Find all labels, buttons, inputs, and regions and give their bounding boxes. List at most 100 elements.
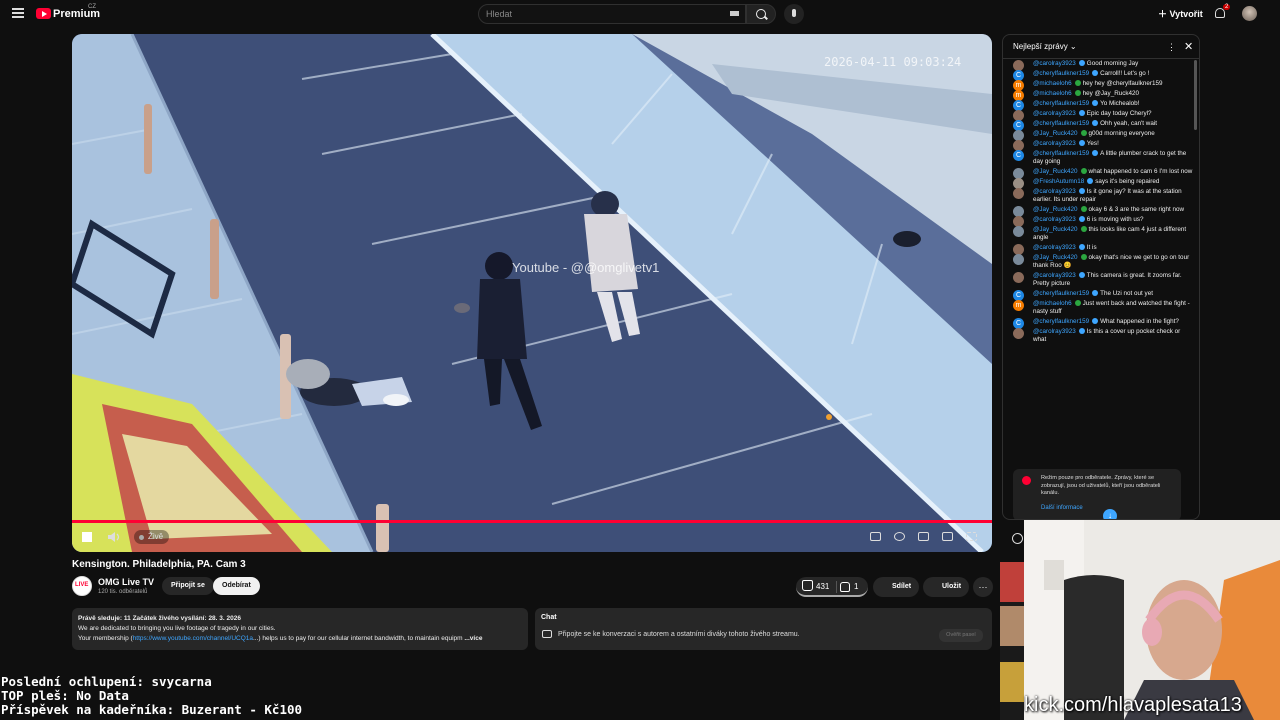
subscriber-count: 120 tis. odběratelů <box>98 589 148 595</box>
like-count: 431 <box>816 582 830 591</box>
chat-avatar[interactable]: m <box>1013 300 1024 311</box>
chat-message: @FreshAutumn18 says it's being repaired <box>1003 177 1199 189</box>
chat-author[interactable]: @cherylfaulkner159 <box>1033 70 1089 77</box>
stop-icon[interactable] <box>82 532 92 542</box>
member-badge-icon <box>1078 188 1085 194</box>
info-icon[interactable] <box>1012 533 1023 544</box>
chat-text: what happened to cam 6 I'm lost now <box>1088 168 1193 175</box>
member-badge-icon <box>1078 140 1085 146</box>
join-button[interactable]: Připojit se <box>162 577 214 595</box>
thumbnail[interactable] <box>1000 606 1024 646</box>
search-button[interactable] <box>746 4 776 24</box>
chat-menu-icon[interactable]: ⋮ <box>1167 42 1176 53</box>
more-link[interactable]: ...více <box>464 635 482 642</box>
chat-avatar[interactable] <box>1013 272 1024 283</box>
member-badge-icon <box>1078 60 1085 66</box>
search-input[interactable]: Hledat <box>478 4 746 24</box>
chat-author[interactable]: @carolray3923 <box>1033 60 1076 67</box>
membership-link[interactable]: https://www.youtube.com/channel/UCQ1a <box>133 635 253 642</box>
chat-scrollbar[interactable] <box>1194 60 1197 130</box>
chat-heading: Chat <box>541 614 557 621</box>
miniplayer-icon[interactable] <box>918 532 929 541</box>
scroll-down-icon[interactable]: ↓ <box>1103 509 1117 519</box>
chat-avatar[interactable] <box>1013 226 1024 237</box>
chat-author[interactable]: @carolray3923 <box>1033 244 1076 251</box>
close-icon[interactable]: ✕ <box>1184 40 1193 53</box>
video-player[interactable]: 2026-04-11 09:03:24 Youtube - @@omglivet… <box>72 34 992 552</box>
chat-mode-dropdown[interactable]: Nejlepší zprávy ⌄ <box>1013 42 1077 51</box>
member-badge-icon <box>1092 70 1099 76</box>
chat-author[interactable]: @Jay_Ruck420 <box>1033 168 1078 175</box>
chat-author[interactable]: @carolray3923 <box>1033 188 1076 195</box>
fullscreen-icon[interactable] <box>966 532 977 541</box>
dislike-icon[interactable] <box>840 582 850 592</box>
subscribe-button[interactable]: Odebírat <box>213 577 260 595</box>
share-button[interactable]: Sdílet <box>873 577 919 597</box>
create-label: Vytvořit <box>1169 9 1203 19</box>
live-badge[interactable]: Živě <box>134 530 170 544</box>
chat-message: C @cherylfaulkner159 Ohh yeah, can't wait <box>1003 119 1199 131</box>
volume-icon[interactable] <box>106 530 122 544</box>
chat-author[interactable]: @michaeloh6 <box>1033 90 1072 97</box>
chat-author[interactable]: @michaeloh6 <box>1033 80 1072 87</box>
chat-author[interactable]: @cherylfaulkner159 <box>1033 290 1089 297</box>
chat-text: says it's being repaired <box>1095 178 1160 185</box>
chat-author[interactable]: @Jay_Ruck420 <box>1033 226 1078 233</box>
chat-avatar[interactable] <box>1013 254 1024 265</box>
chat-author[interactable]: @Jay_Ruck420 <box>1033 254 1078 261</box>
chat-text: What happened in the fight? <box>1100 318 1179 325</box>
share-label: Sdílet <box>892 583 912 590</box>
thumbnail[interactable] <box>1000 662 1024 702</box>
chat-author[interactable]: @carolray3923 <box>1033 140 1076 147</box>
chat-avatar[interactable]: C <box>1013 150 1024 161</box>
settings-gear-icon[interactable] <box>894 532 905 541</box>
like-icon[interactable] <box>802 580 813 591</box>
chat-author[interactable]: @cherylfaulkner159 <box>1033 150 1089 157</box>
chat-author[interactable]: @cherylfaulkner159 <box>1033 318 1089 325</box>
create-button[interactable]: ＋ Vytvořit <box>1158 7 1203 20</box>
subtitles-icon[interactable] <box>870 532 881 541</box>
description-suffix: ...) helps us to pay for our cellular in… <box>253 635 463 642</box>
progress-bar[interactable] <box>72 520 992 523</box>
chat-author[interactable]: @Jay_Ruck420 <box>1033 206 1078 213</box>
description-prefix: Your membership ( <box>78 635 133 642</box>
save-button[interactable]: Uložit <box>923 577 969 597</box>
save-label: Uložit <box>942 583 962 590</box>
chat-author[interactable]: @carolray3923 <box>1033 110 1076 117</box>
more-info-link[interactable]: Další informace <box>1041 505 1083 513</box>
keyboard-icon[interactable] <box>730 11 739 16</box>
top-bar: Premium CZ Hledat ＋ Vytvořit 2 <box>0 0 1280 28</box>
microphone-icon[interactable] <box>784 4 804 24</box>
search-placeholder: Hledat <box>486 9 513 19</box>
youtube-logo-icon[interactable] <box>36 8 51 19</box>
verify-button[interactable]: Ověřit paseí <box>939 629 983 642</box>
account-avatar[interactable] <box>1242 6 1257 21</box>
description-box[interactable]: Právě sleduje: 11 Začátek živého vysílán… <box>72 608 528 650</box>
chat-author[interactable]: @cherylfaulkner159 <box>1033 120 1089 127</box>
more-actions-button[interactable]: ··· <box>973 577 993 597</box>
chat-author[interactable]: @carolray3923 <box>1033 328 1076 335</box>
channel-name[interactable]: OMG Live TV <box>98 577 154 587</box>
chat-author[interactable]: @cherylfaulkner159 <box>1033 100 1089 107</box>
member-badge-icon <box>1078 110 1085 116</box>
chat-message: C @cherylfaulkner159 Yo Michealob! <box>1003 99 1199 111</box>
chat-avatar[interactable] <box>1013 328 1024 339</box>
thumbnail[interactable] <box>1000 562 1024 602</box>
member-badge-icon <box>1080 130 1087 136</box>
chat-author[interactable]: @michaeloh6 <box>1033 300 1072 307</box>
chat-avatar[interactable] <box>1013 188 1024 199</box>
theater-mode-icon[interactable] <box>942 532 953 541</box>
chat-message: @carolray3923 Is this a cover up pocket c… <box>1003 327 1199 345</box>
chat-author[interactable]: @FreshAutumn18 <box>1033 178 1084 185</box>
channel-avatar[interactable] <box>72 576 92 596</box>
divider <box>836 581 837 593</box>
member-badge-icon <box>1080 226 1087 232</box>
chat-message: @carolray3923 Epic day today Cheryl? <box>1003 109 1199 121</box>
chat-author[interactable]: @Jay_Ruck420 <box>1033 130 1078 137</box>
chat-text: Epic day today Cheryl? <box>1086 110 1152 117</box>
chat-author[interactable]: @carolray3923 <box>1033 272 1076 279</box>
menu-icon[interactable] <box>12 8 24 18</box>
overlay-top-donor: TOP pleš: No Data <box>1 688 129 703</box>
chat-text: Yo Michealob! <box>1100 100 1140 107</box>
chat-author[interactable]: @carolray3923 <box>1033 216 1076 223</box>
